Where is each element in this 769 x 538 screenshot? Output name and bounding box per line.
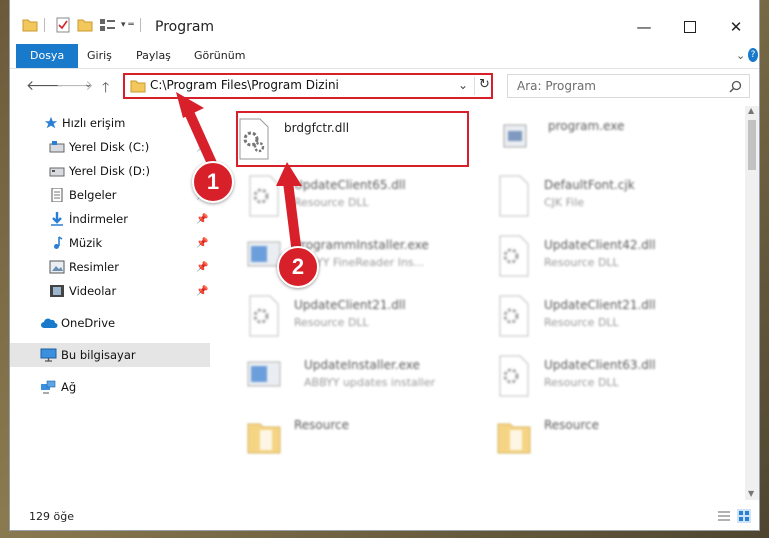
navigation-pane: Hızlı erişim Yerel Disk (C:) 📌 Yerel Dis… <box>10 106 210 500</box>
sidebar-item-videos[interactable]: Videolar 📌 <box>10 279 210 303</box>
search-box[interactable]: Ara: Program <box>507 74 750 98</box>
explorer-window: ▾ ═ Program — ✕ Dosya Giriş Paylaş Görün… <box>10 0 759 530</box>
tab-giris[interactable]: Giriş <box>87 44 112 68</box>
window-title: Program <box>155 19 215 35</box>
details-view-icon[interactable] <box>717 510 731 522</box>
address-path[interactable]: C:\Program Files\Program Dizini <box>150 78 339 92</box>
close-button[interactable]: ✕ <box>713 12 759 42</box>
pin-icon[interactable]: 📌 <box>196 142 208 153</box>
cloud-icon <box>41 318 58 328</box>
new-folder-icon[interactable] <box>77 18 93 32</box>
file-name: program.exe <box>548 119 625 133</box>
tab-paylas[interactable]: Paylaş <box>136 44 171 68</box>
dll-gear-icon <box>499 295 529 337</box>
file-item-program-exe[interactable]: program.exe <box>498 113 738 169</box>
minimize-button[interactable]: — <box>621 12 667 42</box>
refresh-icon[interactable]: ↻ <box>479 77 490 92</box>
pictures-icon <box>49 260 65 274</box>
callout-1: 1 <box>192 161 234 203</box>
address-row: 🡐 🡒 ⌄ 🡑 C:\Program Files\Program Dizini … <box>10 69 759 103</box>
installer-icon <box>247 361 281 387</box>
item-count: 129 öğe <box>29 510 74 523</box>
folder-icon <box>247 423 281 454</box>
pin-icon[interactable]: 📌 <box>196 286 208 297</box>
highlight-box <box>236 111 469 167</box>
folder-icon[interactable] <box>22 18 38 32</box>
recent-locations-button[interactable]: ⌄ <box>84 79 92 90</box>
address-bar[interactable]: C:\Program Files\Program Dizini ⌄ ↻ <box>123 73 493 99</box>
dll-gear-icon <box>499 355 529 397</box>
maximize-button[interactable] <box>667 12 713 42</box>
pin-icon[interactable]: 📌 <box>196 238 208 249</box>
properties-icon[interactable] <box>55 17 71 33</box>
drive-icon <box>49 167 65 177</box>
file-item[interactable]: UpdateClient63.dll Resource DLL <box>496 350 736 406</box>
file-item[interactable]: UpdateClient42.dll Resource DLL <box>496 230 736 286</box>
large-icons-view-icon[interactable] <box>737 509 751 523</box>
callout-2: 2 <box>277 246 319 288</box>
status-bar: 129 öğe <box>10 500 759 530</box>
customize-toolbar-icon[interactable]: ▾ ═ <box>121 20 134 30</box>
folder-icon <box>130 80 146 93</box>
ribbon-expand-icon[interactable]: ⌄ <box>736 49 745 62</box>
vertical-scrollbar[interactable]: ▲ ▼ <box>745 106 759 500</box>
tab-dosya[interactable]: Dosya <box>16 44 79 68</box>
file-item[interactable]: UpdateClient65.dll Resource DLL <box>246 170 486 226</box>
exe-icon <box>503 124 527 148</box>
file-item[interactable]: Resource <box>496 410 736 466</box>
sidebar-item-downloads[interactable]: İndirmeler 📌 <box>10 207 210 231</box>
computer-icon <box>40 348 57 362</box>
dll-gear-icon <box>499 235 529 277</box>
maximize-icon <box>684 21 696 33</box>
sidebar-item-local-disk-d[interactable]: Yerel Disk (D:) 📌 <box>10 159 210 183</box>
pin-icon[interactable]: 📌 <box>196 214 208 225</box>
minimize-icon: — <box>636 18 652 36</box>
search-icon <box>729 80 742 93</box>
sidebar-item-pictures[interactable]: Resimler 📌 <box>10 255 210 279</box>
scroll-down-icon[interactable]: ▼ <box>748 489 754 498</box>
folder-icon <box>497 423 531 454</box>
quick-access-toolbar: ▾ ═ <box>22 14 141 36</box>
close-icon: ✕ <box>729 18 743 36</box>
file-item[interactable]: UpdateClient21.dll Resource DLL <box>496 290 736 346</box>
scroll-up-icon[interactable]: ▲ <box>748 106 754 115</box>
scroll-thumb[interactable] <box>748 120 756 170</box>
up-button[interactable]: 🡑 <box>102 77 109 101</box>
drive-icon <box>49 141 65 153</box>
sidebar-item-onedrive[interactable]: OneDrive <box>10 311 210 335</box>
videos-icon <box>50 285 64 297</box>
help-icon[interactable]: ? <box>748 48 758 62</box>
pin-icon[interactable]: 📌 <box>196 262 208 273</box>
sidebar-item-quick-access[interactable]: Hızlı erişim <box>10 111 210 135</box>
sidebar-item-local-disk-c[interactable]: Yerel Disk (C:) 📌 <box>10 135 210 159</box>
music-icon <box>54 236 63 249</box>
file-item[interactable]: UpdateClient21.dll Resource DLL <box>246 290 486 346</box>
ribbon-tabs: Dosya Giriş Paylaş Görünüm ⌄ ? <box>10 44 759 69</box>
blank-file-icon <box>499 175 529 217</box>
sidebar-item-this-pc[interactable]: Bu bilgisayar <box>10 343 210 367</box>
title-bar: ▾ ═ Program — ✕ <box>10 0 759 44</box>
sidebar-item-documents[interactable]: Belgeler 📌 <box>10 183 210 207</box>
file-item[interactable]: UpdateInstaller.exe ABBYY updates instal… <box>246 350 486 406</box>
star-icon <box>44 116 58 129</box>
sidebar-item-network[interactable]: Ağ <box>10 375 210 399</box>
sidebar-item-music[interactable]: Müzik 📌 <box>10 231 210 255</box>
file-item[interactable]: Resource <box>246 410 486 466</box>
network-icon <box>41 380 56 394</box>
tab-gorunum[interactable]: Görünüm <box>194 44 245 68</box>
file-list: brdgfctr.dll program.exe UpdateClient65.… <box>210 106 745 500</box>
address-dropdown-icon[interactable]: ⌄ <box>458 78 468 92</box>
view-options-icon[interactable] <box>99 18 117 32</box>
documents-icon <box>51 188 63 202</box>
download-icon <box>51 212 63 226</box>
dll-gear-icon <box>249 175 279 217</box>
file-item[interactable]: DefaultFont.cjk CJK File <box>496 170 736 226</box>
search-input[interactable]: Ara: Program <box>517 79 596 93</box>
dll-gear-icon <box>249 295 279 337</box>
